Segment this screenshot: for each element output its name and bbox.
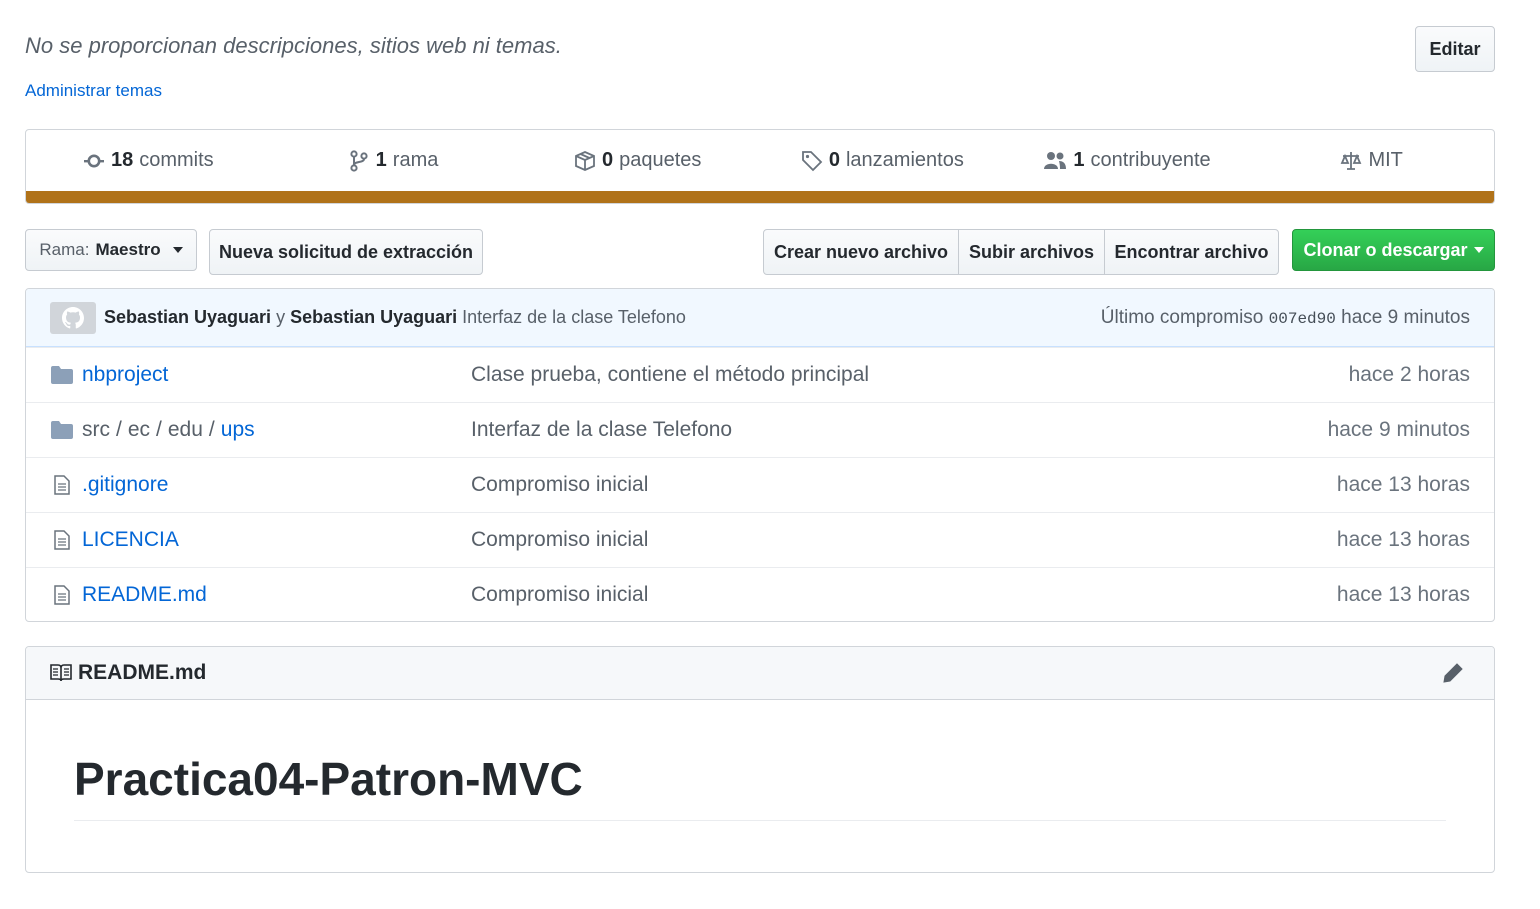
- file-actions-group: Crear nuevo archivo Subir archivos Encon…: [763, 229, 1279, 275]
- file-age: hace 9 minutos: [1327, 418, 1470, 441]
- repo-description: No se proporcionan descripciones, sitios…: [25, 33, 562, 58]
- file-commit-message[interactable]: Compromiso inicial: [471, 473, 1337, 497]
- github-mark-icon: [62, 306, 84, 328]
- book-icon: [50, 664, 72, 682]
- readme-content: Practica04-Patron-MVC: [26, 700, 1494, 821]
- file-commit-message[interactable]: Interfaz de la clase Telefono: [471, 418, 1328, 442]
- file-age: hace 13 horas: [1336, 473, 1470, 496]
- file-link[interactable]: nbproject: [82, 363, 168, 386]
- path-segment[interactable]: edu: [168, 418, 203, 441]
- package-icon: [575, 150, 595, 171]
- packages-label: paquetes: [619, 149, 702, 171]
- chevron-down-icon: [172, 247, 183, 253]
- contributors-label: contribuyente: [1090, 149, 1211, 171]
- releases-label: lanzamientos: [845, 149, 964, 171]
- latest-commit-bar: Sebastian Uyaguari y Sebastian Uyaguari …: [26, 289, 1494, 347]
- branches-summary[interactable]: 1 rama: [271, 149, 516, 172]
- releases-summary[interactable]: 0 lanzamientos: [760, 149, 1005, 172]
- branch-value: Maestro: [95, 240, 161, 259]
- table-row: nbproject Clase prueba, contiene el méto…: [26, 347, 1494, 402]
- pencil-icon: [1443, 663, 1463, 683]
- path-segment[interactable]: ec: [128, 418, 150, 441]
- folder-icon: [50, 366, 73, 384]
- file-icon: [53, 475, 70, 495]
- readme-title: Practica04-Patron-MVC: [74, 752, 1446, 821]
- readme-panel: README.md Practica04-Patron-MVC: [25, 646, 1495, 873]
- table-row: LICENCIA Compromiso inicial hace 13 hora…: [26, 512, 1494, 567]
- file-icon: [53, 585, 70, 605]
- latest-commit-label: Último compromiso: [1100, 306, 1264, 328]
- file-age: hace 2 horas: [1348, 363, 1470, 386]
- edit-readme-button[interactable]: [1442, 662, 1470, 684]
- license-summary[interactable]: MIT: [1249, 149, 1494, 172]
- commit-author-joiner: y: [276, 307, 286, 327]
- commit-icon: [83, 154, 104, 167]
- file-commit-message[interactable]: Compromiso inicial: [471, 583, 1337, 607]
- branches-count: 1: [375, 149, 387, 171]
- chevron-down-icon: [1473, 247, 1484, 253]
- commit-committer[interactable]: Sebastian Uyaguari: [290, 307, 457, 328]
- branches-label: rama: [392, 149, 439, 171]
- contributors-count: 1: [1073, 149, 1085, 171]
- avatar[interactable]: [50, 301, 96, 334]
- table-row: src / ec / edu / ups Interfaz de la clase Tele…: [26, 402, 1494, 457]
- commits-count: 18: [110, 149, 134, 171]
- new-pull-request-button[interactable]: Nueva solicitud de extracción: [209, 229, 483, 275]
- file-link[interactable]: LICENCIA: [82, 528, 179, 551]
- commits-label: commits: [139, 149, 214, 171]
- commit-age: hace 9 minutos: [1341, 306, 1470, 328]
- tag-icon: [801, 150, 823, 171]
- law-icon: [1341, 151, 1362, 170]
- file-commit-message[interactable]: Clase prueba, contiene el método princip…: [471, 363, 1349, 387]
- packages-summary[interactable]: 0 paquetes: [515, 149, 760, 172]
- commit-author[interactable]: Sebastian Uyaguari: [104, 307, 271, 328]
- file-age: hace 13 horas: [1336, 583, 1470, 606]
- packages-count: 0: [601, 149, 614, 171]
- clone-download-label: Clonar o descargar: [1303, 239, 1468, 260]
- latest-commit-meta: Último compromiso 007ed90 hace 9 minutos: [1101, 307, 1470, 329]
- path-separator: /: [208, 418, 215, 441]
- file-link[interactable]: ups: [221, 418, 255, 441]
- branch-icon: [350, 149, 368, 172]
- people-icon: [1044, 151, 1067, 169]
- readme-header: README.md: [26, 647, 1494, 700]
- file-commit-message[interactable]: Compromiso inicial: [471, 528, 1337, 552]
- manage-topics-link[interactable]: Administrar temas: [25, 81, 162, 101]
- readme-filename[interactable]: README.md: [78, 661, 206, 685]
- license-label: MIT: [1368, 149, 1403, 171]
- file-link[interactable]: .gitignore: [82, 473, 168, 496]
- path-separator: /: [156, 418, 162, 441]
- find-file-button[interactable]: Encontrar archivo: [1104, 229, 1279, 275]
- contributors-summary[interactable]: 1 contribuyente: [1005, 149, 1250, 172]
- create-file-button[interactable]: Crear nuevo archivo: [763, 229, 959, 275]
- path-separator: /: [116, 418, 122, 441]
- commit-sha[interactable]: 007ed90: [1269, 310, 1336, 328]
- repo-numbers-summary: 18 commits 1 rama 0 paquetes 0 lanzamien…: [25, 129, 1495, 204]
- edit-description-button[interactable]: Editar: [1415, 26, 1495, 72]
- file-icon: [53, 530, 70, 550]
- table-row: .gitignore Compromiso inicial hace 13 ho…: [26, 457, 1494, 512]
- language-bar[interactable]: [26, 191, 1494, 203]
- upload-files-button[interactable]: Subir archivos: [958, 229, 1105, 275]
- table-row: README.md Compromiso inicial hace 13 hor…: [26, 567, 1494, 621]
- branch-label: Rama:: [39, 240, 90, 259]
- clone-download-button[interactable]: Clonar o descargar: [1292, 229, 1495, 271]
- commit-message[interactable]: Interfaz de la clase Telefono: [462, 307, 686, 328]
- releases-count: 0: [828, 149, 840, 171]
- commits-summary[interactable]: 18 commits: [26, 149, 271, 172]
- branch-select-button[interactable]: Rama: Maestro: [25, 229, 197, 271]
- file-navigation-table: Sebastian Uyaguari y Sebastian Uyaguari …: [25, 288, 1495, 622]
- file-link[interactable]: README.md: [82, 583, 207, 606]
- path-segment[interactable]: src: [82, 418, 110, 441]
- file-age: hace 13 horas: [1336, 528, 1470, 551]
- folder-icon: [50, 421, 73, 439]
